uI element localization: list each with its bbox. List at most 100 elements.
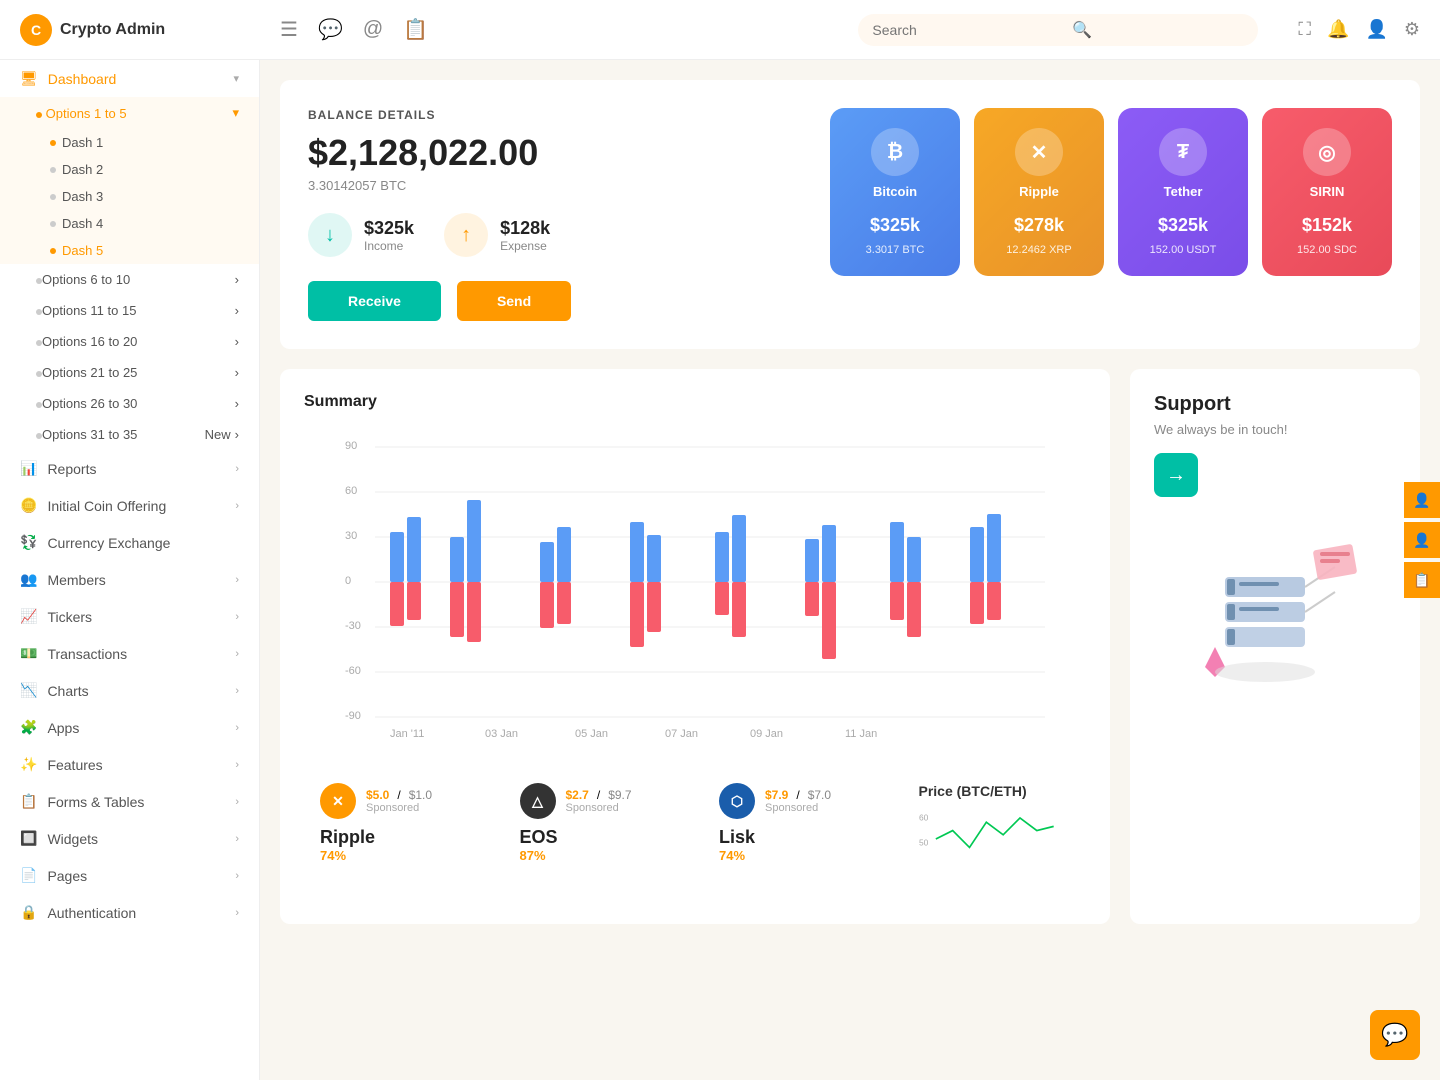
tether-btc: 152.00 USDT	[1150, 244, 1217, 256]
bell-icon[interactable]: 🔔	[1327, 19, 1349, 40]
chevron-right-icon: ›	[235, 303, 239, 318]
svg-text:50: 50	[919, 838, 929, 848]
chevron-right-icon: ›	[235, 833, 239, 845]
chevron-right-icon: ›	[235, 463, 239, 475]
sidebar-item-apps[interactable]: 🧩Apps ›	[0, 709, 259, 746]
server-svg	[1175, 517, 1375, 697]
main-content: BALANCE DETAILS $2,128,022.00 3.30142057…	[260, 60, 1440, 1080]
dash1-label: Dash 1	[62, 135, 103, 150]
float-btn-2[interactable]: 👤	[1404, 522, 1440, 558]
support-card: Support We always be in touch! →	[1130, 369, 1420, 924]
sidebar-item-tickers[interactable]: 📈Tickers ›	[0, 598, 259, 635]
sidebar: 🖥 Dashboard ▾ Options 1 to 5 ▾ Dash 1 Da…	[0, 60, 260, 1080]
lisk-sponsored: Sponsored	[765, 802, 831, 814]
ticker-row: ✕ $5.0 / $1.0 Sponsored Ripple	[304, 767, 1086, 900]
user-icon[interactable]: 👤	[1365, 19, 1387, 40]
ripple-name: Ripple	[1019, 184, 1059, 199]
dot-icon	[36, 112, 42, 118]
chevron-right-icon: ›	[235, 396, 239, 411]
dot-icon	[50, 248, 56, 254]
sub-sub-item-dash2[interactable]: Dash 2	[0, 156, 259, 183]
sub-sub-item-dash4[interactable]: Dash 4	[0, 210, 259, 237]
chevron-right-icon: ›	[235, 272, 239, 287]
sub-item-options-26-30[interactable]: Options 26 to 30 ›	[0, 388, 259, 419]
eos-pct: 87%	[520, 848, 672, 863]
sidebar-item-ico[interactable]: 🪙Initial Coin Offering ›	[0, 487, 259, 524]
fullscreen-icon[interactable]: ⛶	[1298, 19, 1311, 40]
svg-text:07 Jan: 07 Jan	[665, 728, 698, 740]
sub-sub-item-dash5[interactable]: Dash 5	[0, 237, 259, 264]
crypto-card-bitcoin[interactable]: ₿ Bitcoin $325k 3.3017 BTC	[830, 108, 960, 276]
search-bar[interactable]: 🔍	[858, 14, 1258, 46]
sirin-icon: ◎	[1303, 128, 1351, 176]
chevron-right-icon: ›	[235, 907, 239, 919]
balance-amount: $2,128,022.00	[308, 132, 800, 174]
float-btn-3[interactable]: 📋	[1404, 562, 1440, 598]
at-icon[interactable]: @	[363, 18, 383, 41]
nav-icons: ☰ 💬 @ 📋	[280, 17, 428, 42]
sidebar-item-charts[interactable]: 📉Charts ›	[0, 672, 259, 709]
dashboard-icon: 🖥	[20, 70, 38, 87]
sidebar-item-reports[interactable]: 📊Reports ›	[0, 450, 259, 487]
sidebar-item-forms[interactable]: 📋Forms & Tables ›	[0, 783, 259, 820]
crypto-card-sirin[interactable]: ◎ SIRIN $152k 152.00 SDC	[1262, 108, 1392, 276]
svg-text:11 Jan: 11 Jan	[845, 728, 877, 740]
sidebar-item-auth[interactable]: 🔒Authentication ›	[0, 894, 259, 931]
sub-sub-item-dash1[interactable]: Dash 1	[0, 129, 259, 156]
sub-group-label: Options 1 to 5	[46, 106, 127, 121]
balance-card: BALANCE DETAILS $2,128,022.00 3.30142057…	[280, 80, 1420, 349]
crypto-card-ripple[interactable]: ✕ Ripple $278k 12.2462 XRP	[974, 108, 1104, 276]
ripple-ticker-name: Ripple	[320, 827, 472, 848]
svg-text:05 Jan: 05 Jan	[575, 728, 608, 740]
chat-icon[interactable]: 💬	[318, 17, 343, 42]
balance-stats: ↓ $325k Income ↑ $128k Expense	[308, 213, 800, 257]
search-input[interactable]	[872, 22, 1072, 38]
ticker-card-eos[interactable]: △ $2.7 / $9.7 Sponsored EOS 8	[504, 767, 688, 900]
sidebar-item-dashboard[interactable]: 🖥 Dashboard ▾	[0, 60, 259, 97]
topnav: C Crypto Admin ☰ 💬 @ 📋 🔍 ⛶ 🔔 👤 ⚙	[0, 0, 1440, 60]
sub-sub-item-dash3[interactable]: Dash 3	[0, 183, 259, 210]
sub-item-options-21-25[interactable]: Options 21 to 25 ›	[0, 357, 259, 388]
sidebar-item-members[interactable]: 👥Members ›	[0, 561, 259, 598]
float-btn-1[interactable]: 👤	[1404, 482, 1440, 518]
dash2-label: Dash 2	[62, 162, 103, 177]
support-arrow-button[interactable]: →	[1154, 453, 1198, 497]
ripple-icon: ✕	[1015, 128, 1063, 176]
menu-icon[interactable]: ☰	[280, 17, 298, 42]
svg-text:-60: -60	[345, 665, 361, 677]
sirin-name: SIRIN	[1310, 184, 1345, 199]
sub-item-options-1-5[interactable]: Options 1 to 5 ▾	[0, 97, 259, 129]
receive-button[interactable]: Receive	[308, 281, 441, 321]
sub-item-options-16-20[interactable]: Options 16 to 20 ›	[0, 326, 259, 357]
ticker-card-ripple[interactable]: ✕ $5.0 / $1.0 Sponsored Ripple	[304, 767, 488, 900]
chat-float-button[interactable]: 💬	[1370, 1010, 1420, 1060]
clipboard-icon[interactable]: 📋	[403, 17, 428, 42]
balance-left: BALANCE DETAILS $2,128,022.00 3.30142057…	[308, 108, 800, 321]
chevron-right-icon: ›	[235, 574, 239, 586]
settings-icon[interactable]: ⚙	[1404, 19, 1420, 40]
sidebar-item-pages[interactable]: 📄Pages ›	[0, 857, 259, 894]
sidebar-item-transactions[interactable]: 💵Transactions ›	[0, 635, 259, 672]
sidebar-item-widgets[interactable]: 🔲Widgets ›	[0, 820, 259, 857]
sub-item-options-31-35[interactable]: Options 31 to 35 New ›	[0, 419, 259, 450]
bitcoin-usd: $325k	[870, 215, 920, 236]
crypto-card-tether[interactable]: ₮ Tether $325k 152.00 USDT	[1118, 108, 1248, 276]
income-label: Income	[364, 239, 414, 253]
balance-buttons: Receive Send	[308, 281, 800, 321]
dash3-label: Dash 3	[62, 189, 103, 204]
send-button[interactable]: Send	[457, 281, 571, 321]
price-chart-title: Price (BTC/ETH)	[919, 783, 1071, 799]
price-chart-svg: 60 50	[919, 799, 1071, 879]
sirin-usd: $152k	[1302, 215, 1352, 236]
chevron-right-icon: ›	[235, 611, 239, 623]
pages-icon: 📄	[20, 867, 37, 884]
sub-item-options-11-15[interactable]: Options 11 to 15 ›	[0, 295, 259, 326]
svg-text:Jan '11: Jan '11	[390, 728, 424, 740]
members-icon: 👥	[20, 571, 37, 588]
ticker-card-lisk[interactable]: ⬡ $7.9 / $7.0 Sponsored Lisk	[703, 767, 887, 900]
sub-item-options-6-10[interactable]: Options 6 to 10 ›	[0, 264, 259, 295]
ripple-btc: 12.2462 XRP	[1006, 244, 1071, 256]
sidebar-item-currency[interactable]: 💱Currency Exchange	[0, 524, 259, 561]
support-title: Support	[1154, 393, 1396, 416]
sidebar-item-features[interactable]: ✨Features ›	[0, 746, 259, 783]
